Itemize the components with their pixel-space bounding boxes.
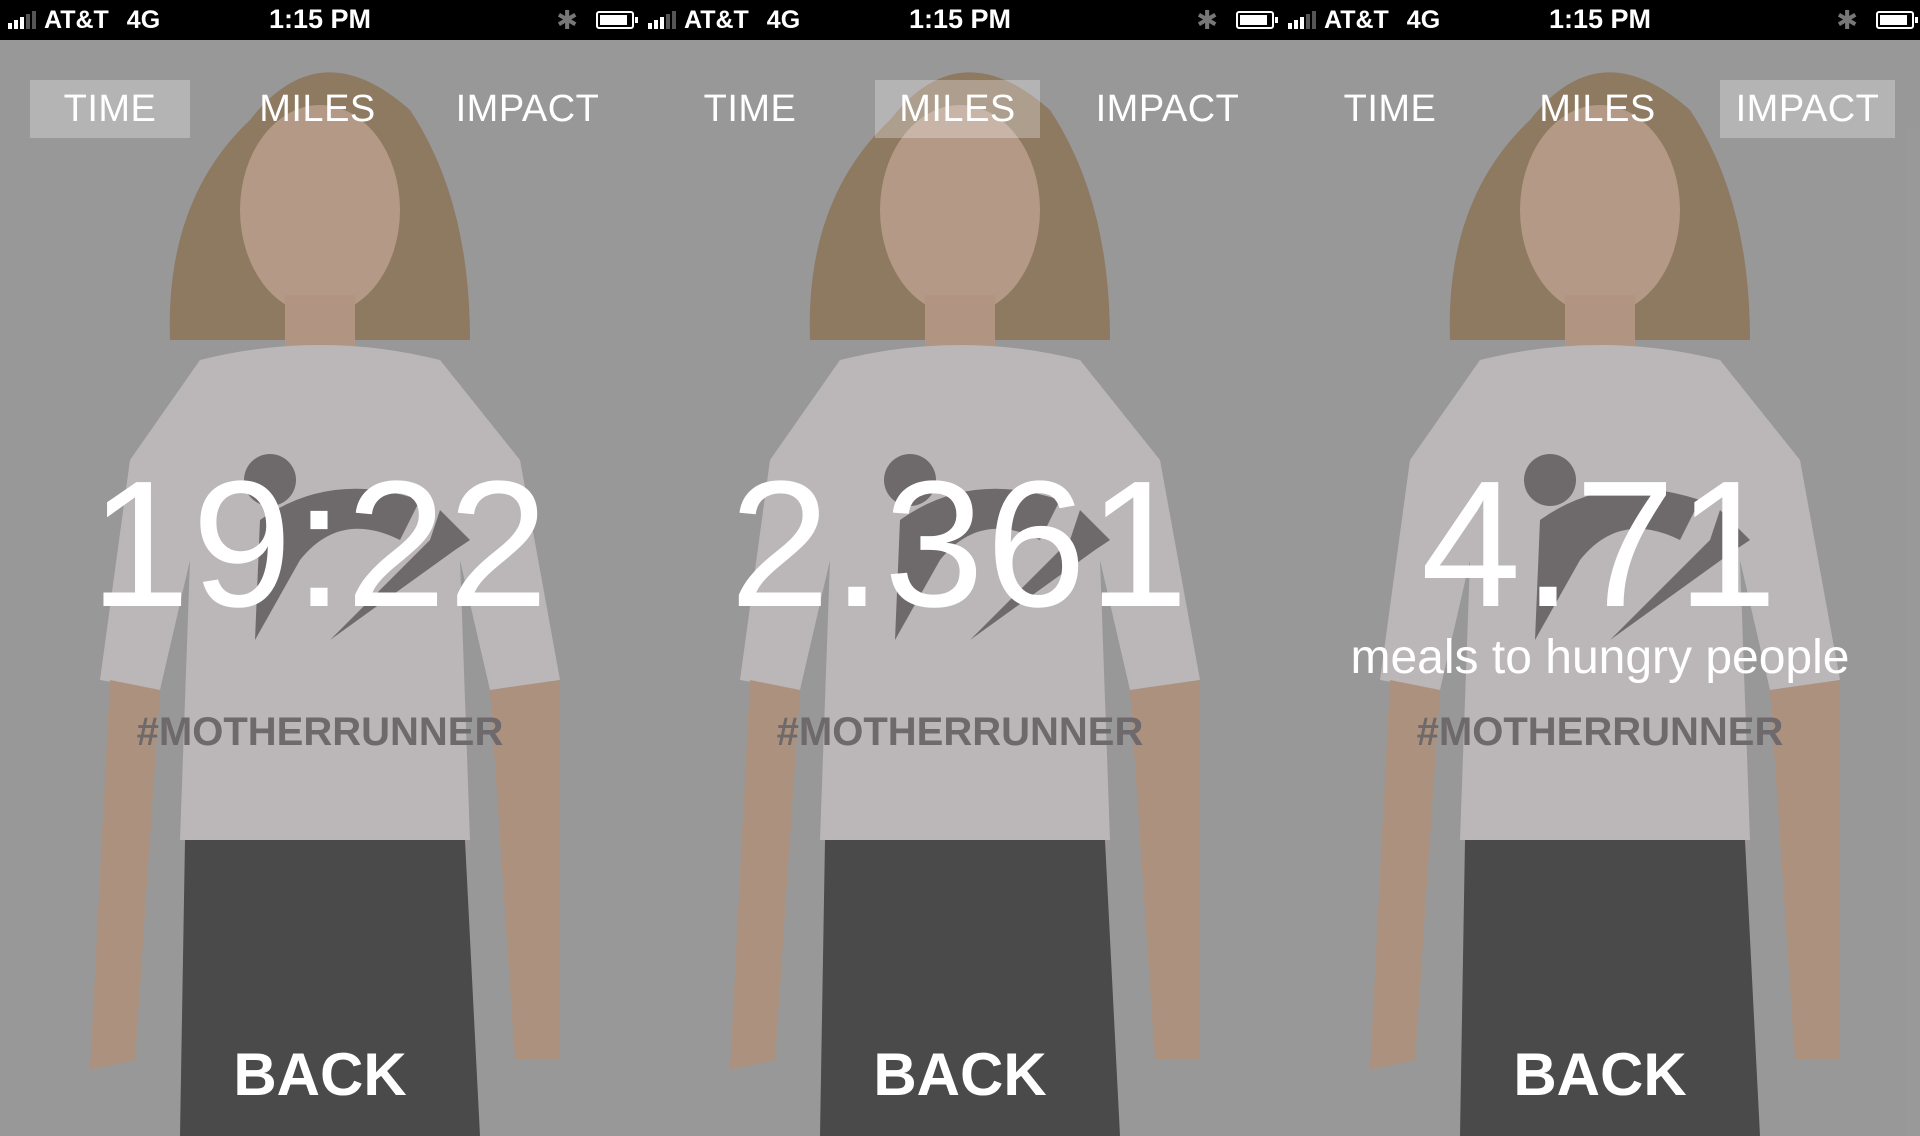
back-button[interactable]: BACK — [1280, 1040, 1920, 1109]
bluetooth-icon: ✱ — [1196, 5, 1218, 35]
tab-miles[interactable]: MILES — [235, 80, 400, 138]
metric-subtitle: meals to hungry people — [1350, 631, 1850, 684]
tab-bar: TIME MILES IMPACT — [1280, 80, 1920, 138]
tab-miles[interactable]: MILES — [1515, 80, 1680, 138]
status-bar: AT&T 4G 1:15 PM ✱ — [640, 0, 1280, 40]
status-bar: AT&T 4G 1:15 PM ✱ — [0, 0, 640, 40]
status-time: 1:15 PM — [1548, 4, 1652, 34]
tab-impact[interactable]: IMPACT — [1080, 80, 1255, 138]
tab-impact[interactable]: IMPACT — [1720, 80, 1895, 138]
back-button[interactable]: BACK — [0, 1040, 640, 1109]
status-right: ✱ — [1196, 5, 1278, 35]
tab-time[interactable]: TIME — [30, 80, 190, 138]
battery-icon — [1236, 11, 1278, 29]
status-bar: AT&T 4G 1:15 PM ✱ — [1280, 0, 1920, 40]
tab-bar: TIME MILES IMPACT — [0, 80, 640, 138]
phone-screen-impact: AT&T 4G 1:15 PM ✱ #MOTHERRUNNER TIME MIL… — [1280, 0, 1920, 1136]
tab-time[interactable]: TIME — [670, 80, 830, 138]
tab-time[interactable]: TIME — [1310, 80, 1470, 138]
status-time: 1:15 PM — [268, 4, 372, 34]
metric-value: 4.71 — [1420, 444, 1780, 645]
bluetooth-icon: ✱ — [556, 5, 578, 35]
battery-icon — [1876, 11, 1918, 29]
metric-value: 2.361 — [729, 444, 1191, 645]
back-button[interactable]: BACK — [640, 1040, 1280, 1109]
status-right: ✱ — [1836, 5, 1918, 35]
tab-impact[interactable]: IMPACT — [440, 80, 615, 138]
phone-screen-miles: AT&T 4G 1:15 PM ✱ #MOTHERRUNNER TIME MIL… — [640, 0, 1280, 1136]
bluetooth-icon: ✱ — [1836, 5, 1858, 35]
screenshot-strip: AT&T 4G 1:15 PM ✱ #MOTHERRUNNER TIME MIL… — [0, 0, 1920, 1136]
status-time: 1:15 PM — [908, 4, 1012, 34]
phone-screen-time: AT&T 4G 1:15 PM ✱ #MOTHERRUNNER TIME MIL… — [0, 0, 640, 1136]
status-right: ✱ — [556, 5, 638, 35]
battery-icon — [596, 11, 638, 29]
tab-miles[interactable]: MILES — [875, 80, 1040, 138]
tab-bar: TIME MILES IMPACT — [640, 80, 1280, 138]
metric-value: 19:22 — [89, 444, 551, 645]
